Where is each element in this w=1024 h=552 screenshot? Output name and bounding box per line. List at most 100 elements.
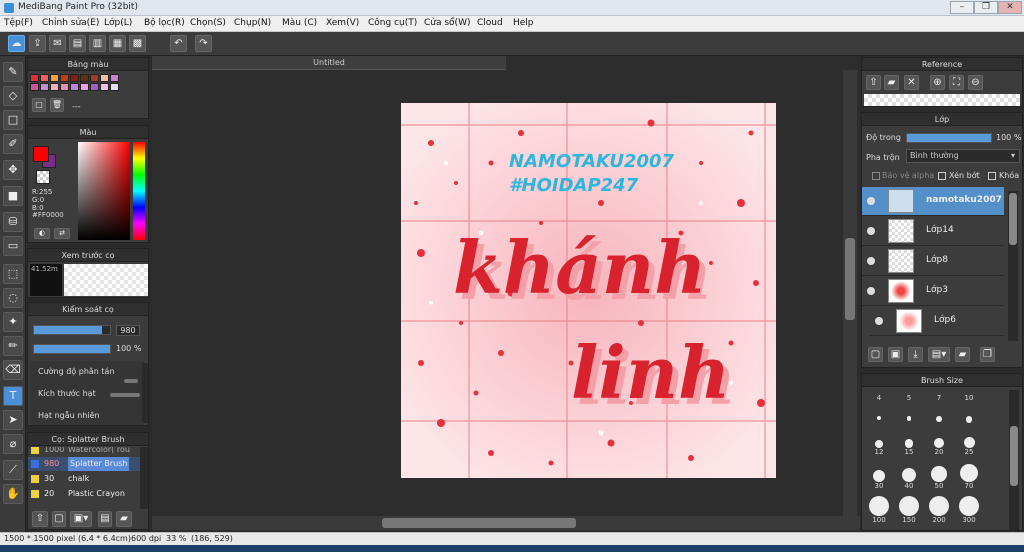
brush-size-option[interactable]: 4	[866, 394, 892, 421]
layer-row-namotaku2007[interactable]: namotaku2007	[862, 187, 1004, 216]
new-layer-icon[interactable]: ▢	[868, 347, 883, 362]
swatch[interactable]	[80, 83, 89, 91]
layer-row-lop6[interactable]: Lớp6	[870, 307, 1004, 336]
brush-size-option[interactable]: 10	[956, 394, 982, 423]
brush-size-option[interactable]: 12	[866, 428, 892, 456]
layer-properties-icon[interactable]: ❐	[980, 347, 995, 362]
hue-slider[interactable]	[133, 142, 145, 240]
brush-size-option[interactable]: 20	[926, 428, 952, 456]
swatch[interactable]	[110, 74, 119, 82]
brush-size-scrollbar[interactable]	[1009, 390, 1019, 530]
horizontal-scroll-thumb[interactable]	[382, 518, 576, 528]
swatch[interactable]	[40, 83, 49, 91]
options-scrollbar[interactable]	[142, 363, 148, 423]
gradient-tool-icon[interactable]: ▭	[3, 236, 23, 256]
swatch[interactable]	[50, 74, 59, 82]
menu-view[interactable]: Xem(V)	[326, 18, 359, 28]
horizontal-scrollbar[interactable]	[152, 516, 860, 530]
brush-item-splatter[interactable]: 980 Splatter Brush	[28, 457, 148, 471]
move-tool-icon[interactable]: ✥	[3, 160, 23, 180]
brush-item-watercolor[interactable]: 1000 Watercolor( rou	[28, 447, 148, 455]
swatch[interactable]	[100, 74, 109, 82]
reference-view[interactable]	[864, 94, 1020, 106]
text-tool-icon[interactable]: T	[3, 386, 23, 406]
visibility-eye-icon[interactable]	[867, 257, 875, 265]
brush-tool-icon[interactable]: ✎	[3, 62, 23, 82]
layer-row-lop14[interactable]: Lớp14	[862, 217, 1004, 246]
ref-close-icon[interactable]: ✕	[904, 75, 919, 90]
select-pen-icon[interactable]: ✏	[3, 336, 23, 356]
swatch[interactable]	[90, 74, 99, 82]
visibility-eye-icon[interactable]	[867, 287, 875, 295]
brush-size-option[interactable]: 200	[926, 496, 952, 524]
swatch[interactable]	[90, 83, 99, 91]
vertical-scroll-thumb[interactable]	[845, 238, 855, 320]
new-palette-icon[interactable]: ▢	[32, 98, 46, 112]
brush-item-chalk[interactable]: 30 chalk	[28, 472, 148, 486]
visibility-eye-icon[interactable]	[867, 227, 875, 235]
visibility-eye-icon[interactable]	[875, 317, 883, 325]
menu-window[interactable]: Cửa sổ(W)	[424, 18, 470, 28]
cloud-icon[interactable]: ☁	[8, 35, 25, 52]
comment-icon[interactable]: ✉	[49, 35, 66, 52]
swatch[interactable]	[30, 83, 39, 91]
layer-opacity-slider[interactable]	[906, 133, 992, 143]
eraser-tool-icon[interactable]: ◇	[3, 86, 23, 106]
swatch[interactable]	[40, 74, 49, 82]
page-icon[interactable]: ▤	[69, 35, 86, 52]
swatch[interactable]	[50, 83, 59, 91]
layer-row-lop3[interactable]: Lớp3	[862, 277, 1004, 306]
brush-size-option[interactable]: 50	[926, 462, 952, 490]
swatch[interactable]	[70, 74, 79, 82]
swatch[interactable]	[60, 83, 69, 91]
brush-folder-icon[interactable]: ▰	[116, 511, 132, 527]
brush-list-scrollbar[interactable]	[140, 447, 148, 509]
menu-tools[interactable]: Công cụ(T)	[368, 18, 417, 28]
scatter-slider[interactable]	[124, 379, 138, 383]
visibility-eye-icon[interactable]	[867, 197, 875, 205]
brush-size-option[interactable]: 100	[866, 496, 892, 524]
grid-icon[interactable]: ▩	[129, 35, 146, 52]
menu-help[interactable]: Help	[513, 18, 534, 28]
menu-select[interactable]: Chọn(S)	[190, 18, 226, 28]
swatch[interactable]	[60, 74, 69, 82]
brush-size-option[interactable]: 150	[896, 496, 922, 524]
panel-icon[interactable]: ▦	[109, 35, 126, 52]
operation-tool-icon[interactable]: ➤	[3, 410, 23, 430]
vertical-scrollbar[interactable]	[843, 70, 857, 516]
brush-item-crayon[interactable]: 20 Plastic Crayon	[28, 487, 148, 501]
particle-slider[interactable]	[110, 393, 140, 397]
menu-snap[interactable]: Chụp(N)	[234, 18, 271, 28]
brush-size-option[interactable]: 5	[896, 394, 922, 421]
color-mode-icon[interactable]: ◐	[34, 228, 50, 239]
pen-tool-icon[interactable]: ✐	[3, 134, 23, 154]
menu-file[interactable]: Tệp(F)	[4, 18, 33, 28]
layer-add-menu-icon[interactable]: ▤▾	[928, 347, 950, 362]
ref-cloud-icon[interactable]: ⇧	[866, 75, 881, 90]
rect-tool-icon[interactable]: □	[3, 110, 23, 130]
document-icon[interactable]: ▥	[89, 35, 106, 52]
swatch[interactable]	[110, 83, 119, 91]
ref-zoom-out-icon[interactable]: ⊖	[968, 75, 983, 90]
share-icon[interactable]: ⇪	[29, 35, 46, 52]
brush-size-option[interactable]: 25	[956, 428, 982, 456]
redo-button[interactable]: ↷	[195, 35, 212, 52]
swatch[interactable]	[100, 83, 109, 91]
layer-scrollbar[interactable]	[1008, 191, 1018, 341]
select-tool-icon[interactable]: ⬚	[3, 264, 23, 284]
divide-tool-icon[interactable]: ⟋	[3, 460, 23, 480]
size-slider[interactable]	[33, 325, 111, 335]
menu-edit[interactable]: Chỉnh sửa(E)	[42, 18, 99, 28]
brush-add-icon[interactable]: ▣▾	[70, 511, 92, 527]
layer-row-lop8[interactable]: Lớp8	[862, 247, 1004, 276]
hand-tool-icon[interactable]: ✋	[3, 484, 23, 504]
clip-checkbox[interactable]	[938, 172, 946, 180]
close-button[interactable]: ✕	[998, 1, 1022, 14]
menu-color[interactable]: Màu (C)	[282, 18, 317, 28]
ref-open-icon[interactable]: ▰	[884, 75, 899, 90]
layer-folder-icon[interactable]: ▰	[955, 347, 970, 362]
saturation-value-picker[interactable]	[78, 142, 130, 240]
merge-layer-icon[interactable]: ⤓	[908, 347, 923, 362]
ref-zoom-in-icon[interactable]: ⊕	[930, 75, 945, 90]
menu-layer[interactable]: Lớp(L)	[104, 18, 132, 28]
